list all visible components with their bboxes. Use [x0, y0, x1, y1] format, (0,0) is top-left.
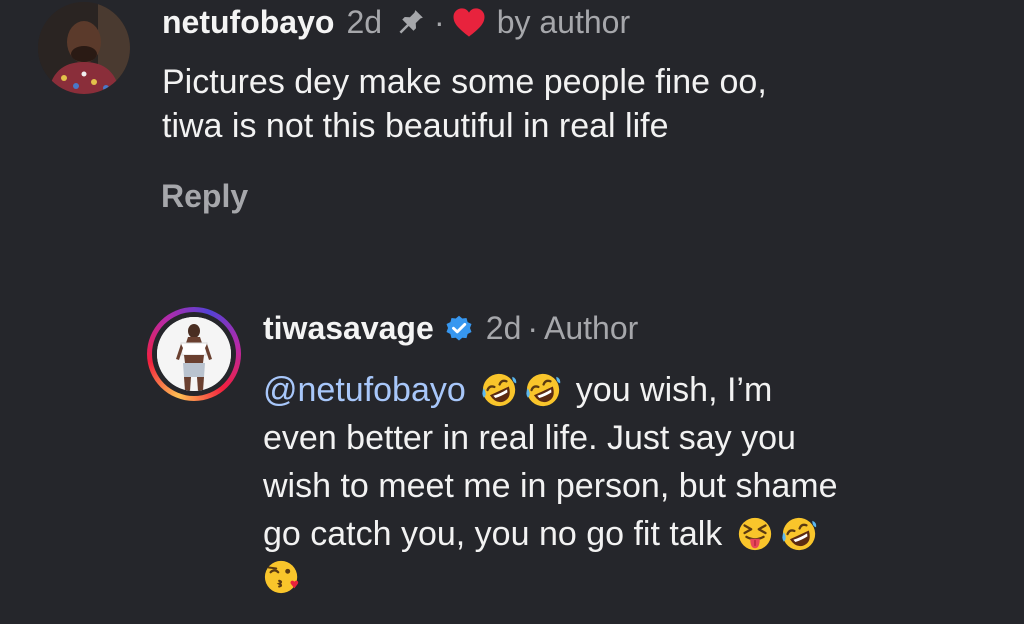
- reply-text-fragment: go catch you, you no go fit talk: [263, 515, 723, 553]
- avatar-tiwasavage-story-ring[interactable]: [147, 307, 241, 401]
- reply-text-line: go catch you, you no go fit talk: [263, 510, 1013, 558]
- comment-username[interactable]: netufobayo: [162, 4, 334, 41]
- meta-separator: ·: [434, 3, 445, 40]
- reply-text-line: @netufobayo you wish, I’m: [263, 366, 1013, 414]
- reply-timestamp: 2d: [485, 309, 522, 346]
- comments-thread: netufobayo 2d · by author Pictures dey m…: [0, 0, 1024, 624]
- avatar-photo-icon: [157, 317, 231, 391]
- meta-separator: ·: [527, 309, 539, 346]
- author-label: Author: [544, 309, 639, 346]
- reply-header: tiwasavage 2d · Author: [263, 308, 638, 348]
- liked-by-author-label: by author: [496, 3, 631, 40]
- rolling-on-floor-laughing-icon: [780, 515, 818, 553]
- comment-body: Pictures dey make some people fine oo, t…: [162, 60, 982, 148]
- avatar-netufobayo[interactable]: [38, 2, 130, 94]
- reply-body: @netufobayo you wish, I’m even better in…: [263, 366, 1013, 596]
- reply-text-line: even better in real life. Just say you: [263, 419, 796, 457]
- verified-badge-icon: [444, 313, 474, 343]
- comment-header: netufobayo 2d · by author: [162, 2, 630, 42]
- comment-timestamp: 2d: [346, 3, 383, 40]
- rolling-on-floor-laughing-icon: [480, 371, 518, 409]
- mention-link[interactable]: @netufobayo: [263, 366, 466, 414]
- rolling-on-floor-laughing-icon: [524, 371, 562, 409]
- comment-text-line: Pictures dey make some people fine oo,: [162, 63, 767, 101]
- face-blowing-a-kiss-icon: [263, 558, 301, 596]
- squinting-face-with-tongue-icon: [736, 515, 774, 553]
- avatar-tiwasavage: [157, 317, 231, 391]
- comment-text-line: tiwa is not this beautiful in real life: [162, 107, 669, 145]
- heart-icon: [451, 5, 487, 39]
- reply-text-line: [263, 558, 1013, 596]
- reply-button[interactable]: Reply: [161, 178, 248, 215]
- reply-username[interactable]: tiwasavage: [263, 310, 434, 347]
- reply-text-fragment: you wish, I’m: [575, 371, 773, 409]
- avatar-photo-icon: [38, 2, 130, 94]
- reply-text-line: wish to meet me in person, but shame: [263, 467, 838, 505]
- pin-icon: [394, 5, 428, 39]
